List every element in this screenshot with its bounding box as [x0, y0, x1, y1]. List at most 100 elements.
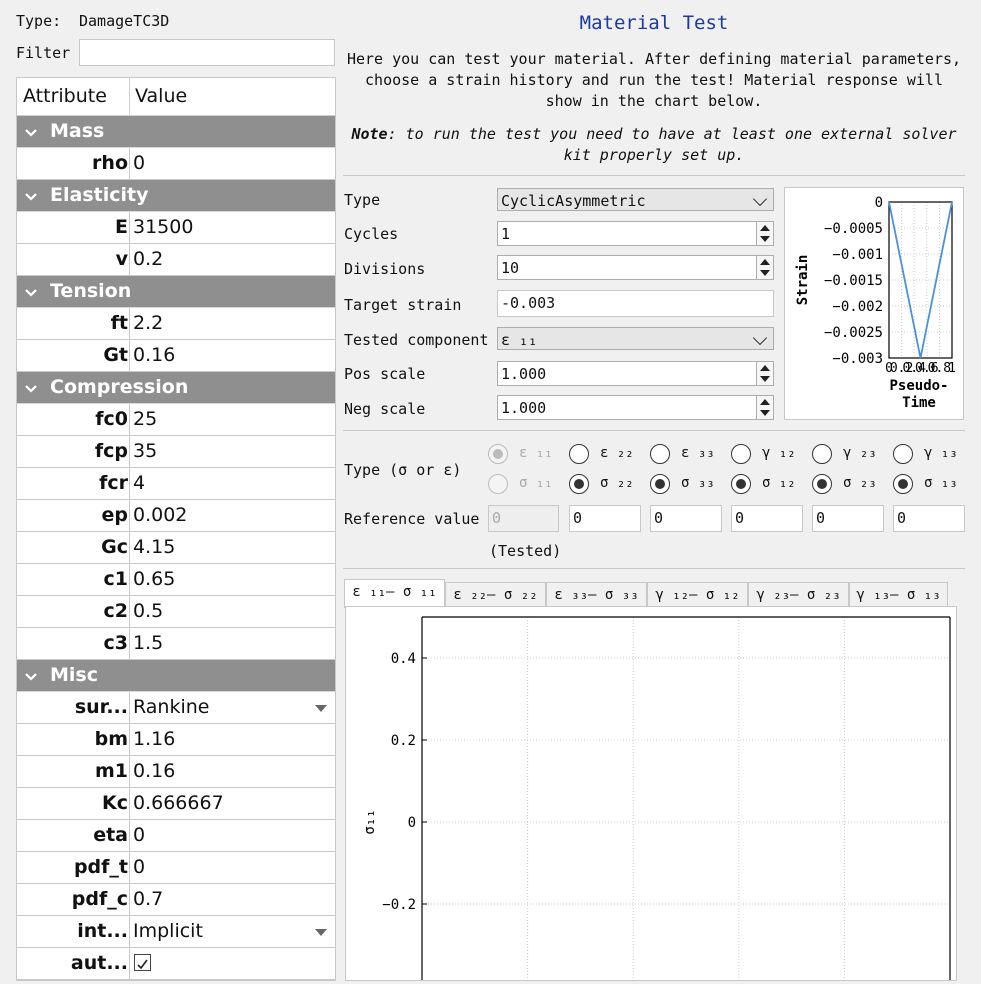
strain-history-chart: 0 −0.0005 −0.001 −0.0015 −0.002 −0.0025 −0.003… — [784, 187, 964, 420]
spin-up-icon[interactable] — [760, 225, 770, 231]
property-row[interactable]: rho 0 — [17, 148, 335, 180]
property-value-cell[interactable]: 0.16 — [129, 756, 335, 787]
property-value-cell[interactable]: Implicit — [129, 916, 335, 947]
property-row[interactable]: v 0.2 — [17, 244, 335, 276]
spin-down-icon[interactable] — [760, 236, 770, 242]
category-elasticity[interactable]: Elasticity — [17, 180, 335, 212]
property-value-cell[interactable]: 0.002 — [129, 500, 335, 531]
property-row[interactable]: sur... Rankine — [17, 692, 335, 724]
property-name: pdf_c — [71, 888, 128, 910]
chevron-down-icon[interactable] — [24, 283, 38, 297]
property-row[interactable]: pdf_c 0.7 — [17, 884, 335, 916]
reference-input-5[interactable]: 0 — [812, 505, 884, 532]
radio-bottom-3[interactable] — [650, 474, 670, 494]
tested-component-dropdown[interactable]: ε ₁₁ — [497, 327, 774, 350]
tab-5[interactable]: γ ₂₃– σ ₂₃ — [748, 582, 849, 608]
cycles-stepper[interactable]: 1 — [497, 221, 774, 246]
chevron-down-icon[interactable] — [24, 667, 38, 681]
target-strain-input[interactable]: -0.003 — [497, 290, 774, 317]
property-row[interactable]: E 31500 — [17, 212, 335, 244]
spin-up-icon[interactable] — [760, 399, 770, 405]
radio-bottom-4[interactable] — [731, 474, 751, 494]
neg-scale-stepper[interactable]: 1.000 — [497, 395, 774, 420]
dropdown-arrow-icon[interactable] — [315, 705, 327, 712]
tab-1[interactable]: ε ₁₁– σ ₁₁ — [344, 579, 445, 608]
neg-scale-value: 1.000 — [501, 399, 547, 417]
property-value-cell[interactable]: 0 — [129, 148, 335, 179]
spin-down-icon[interactable] — [760, 376, 770, 382]
property-value-cell[interactable]: 0 — [129, 820, 335, 851]
chevron-down-icon[interactable] — [24, 187, 38, 201]
property-value-cell[interactable]: 2.2 — [129, 308, 335, 339]
property-value-cell[interactable]: 0.2 — [129, 244, 335, 275]
radio-top-3[interactable] — [650, 444, 670, 464]
tab-6[interactable]: γ ₁₃– σ ₁₃ — [849, 582, 948, 608]
radio-bottom-2[interactable] — [569, 474, 589, 494]
tab-3[interactable]: ε ₃₃– σ ₃₃ — [546, 582, 647, 608]
tab-4[interactable]: γ ₁₂– σ ₁₂ — [647, 582, 748, 608]
property-value-cell[interactable]: 4.15 — [129, 532, 335, 563]
property-value-cell[interactable]: 0 — [129, 852, 335, 883]
radio-bottom-5[interactable] — [812, 474, 832, 494]
property-value-cell[interactable]: 0.7 — [129, 884, 335, 915]
reference-input-6[interactable]: 0 — [893, 505, 965, 532]
category-misc[interactable]: Misc — [17, 660, 335, 692]
category-mass[interactable]: Mass — [17, 116, 335, 148]
category-compression[interactable]: Compression — [17, 372, 335, 404]
property-row[interactable]: ft 2.2 — [17, 308, 335, 340]
property-row[interactable]: fc0 25 — [17, 404, 335, 436]
property-row[interactable]: ep 0.002 — [17, 500, 335, 532]
property-row[interactable]: Gc 4.15 — [17, 532, 335, 564]
spin-up-icon[interactable] — [760, 365, 770, 371]
reference-input-4[interactable]: 0 — [731, 505, 803, 532]
radio-top-4[interactable] — [731, 444, 751, 464]
property-value-cell[interactable]: Rankine — [129, 692, 335, 723]
property-row[interactable]: eta 0 — [17, 820, 335, 852]
property-value-cell[interactable]: 0.65 — [129, 564, 335, 595]
reference-value: 0 — [735, 509, 745, 527]
radio-top-1 — [488, 444, 508, 464]
property-value-cell[interactable]: 31500 — [129, 212, 335, 243]
property-row[interactable]: int... Implicit — [17, 916, 335, 948]
filter-input[interactable] — [79, 39, 335, 66]
property-value-cell[interactable]: 0.5 — [129, 596, 335, 627]
spin-down-icon[interactable] — [760, 410, 770, 416]
pos-scale-stepper[interactable]: 1.000 — [497, 361, 774, 386]
radio-top-6[interactable] — [893, 444, 913, 464]
reference-input-3[interactable]: 0 — [650, 505, 722, 532]
property-row[interactable]: c1 0.65 — [17, 564, 335, 596]
property-value-cell[interactable]: 35 — [129, 436, 335, 467]
radio-bottom-6[interactable] — [893, 474, 913, 494]
radio-top-5[interactable] — [812, 444, 832, 464]
property-row[interactable]: Kc 0.666667 — [17, 788, 335, 820]
chevron-down-icon[interactable] — [24, 123, 38, 137]
reference-input-2[interactable]: 0 — [569, 505, 641, 532]
check-icon — [137, 959, 148, 970]
category-tension[interactable]: Tension — [17, 276, 335, 308]
spin-down-icon[interactable] — [760, 270, 770, 276]
property-value-cell[interactable]: 4 — [129, 468, 335, 499]
property-row[interactable]: c3 1.5 — [17, 628, 335, 660]
property-value-cell[interactable]: 1.5 — [129, 628, 335, 659]
dropdown-arrow-icon[interactable] — [315, 929, 327, 936]
property-value-cell[interactable]: 1.16 — [129, 724, 335, 755]
property-row[interactable]: aut... — [17, 948, 335, 980]
property-value-cell[interactable] — [129, 948, 335, 979]
property-value-cell[interactable]: 0.666667 — [129, 788, 335, 819]
property-checkbox[interactable] — [134, 954, 151, 971]
test-type-dropdown[interactable]: CyclicAsymmetric — [497, 188, 774, 211]
property-row[interactable]: pdf_t 0 — [17, 852, 335, 884]
chevron-down-icon[interactable] — [24, 379, 38, 393]
property-value-cell[interactable]: 25 — [129, 404, 335, 435]
property-row[interactable]: c2 0.5 — [17, 596, 335, 628]
property-row[interactable]: bm 1.16 — [17, 724, 335, 756]
spin-up-icon[interactable] — [760, 259, 770, 265]
property-row[interactable]: m1 0.16 — [17, 756, 335, 788]
property-row[interactable]: fcr 4 — [17, 468, 335, 500]
tab-2[interactable]: ε ₂₂– σ ₂₂ — [445, 582, 546, 608]
divisions-stepper[interactable]: 10 — [497, 255, 774, 280]
radio-top-2[interactable] — [569, 444, 589, 464]
property-value-cell[interactable]: 0.16 — [129, 340, 335, 371]
property-row[interactable]: Gt 0.16 — [17, 340, 335, 372]
property-row[interactable]: fcp 35 — [17, 436, 335, 468]
